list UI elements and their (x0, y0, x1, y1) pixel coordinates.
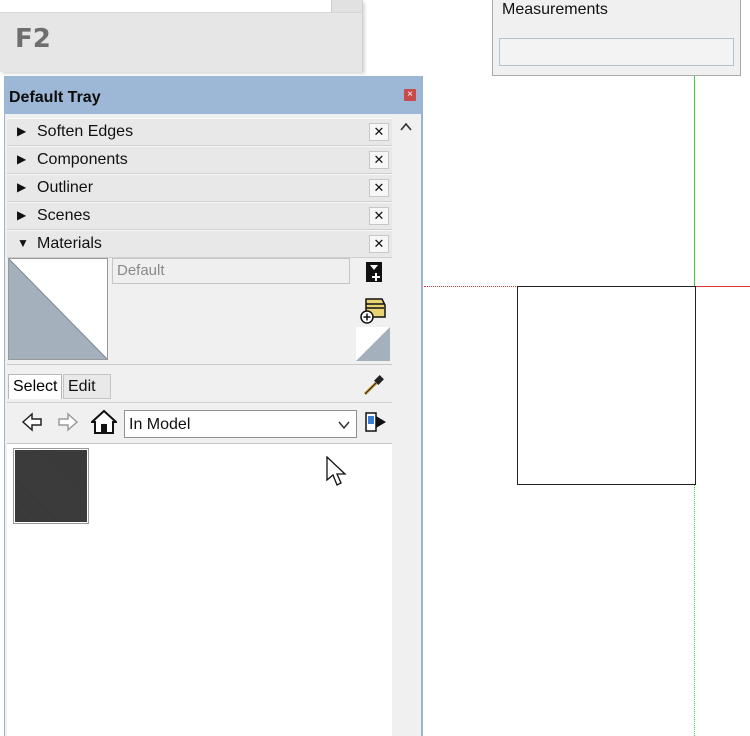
in-model-home-icon[interactable] (91, 409, 117, 435)
section-components[interactable]: ▶ Components ✕ (7, 146, 392, 174)
f2-key-label: F2 (15, 24, 51, 54)
section-soften-edges[interactable]: ▶ Soften Edges ✕ (7, 118, 392, 146)
section-scenes[interactable]: ▶ Scenes ✕ (7, 202, 392, 230)
section-close-icon[interactable]: ✕ (369, 235, 389, 253)
tray-close-icon[interactable]: × (404, 89, 416, 101)
default-tray: Default Tray × ▶ Soften Edges ✕ ▶ Compon… (4, 76, 423, 736)
create-material-icon[interactable] (365, 261, 383, 283)
material-name-field[interactable]: Default (112, 258, 350, 284)
back-arrow-icon[interactable] (21, 411, 43, 433)
section-materials[interactable]: ▼ Materials ✕ (7, 230, 392, 258)
red-axis-line (695, 286, 750, 287)
materials-navigation-bar: In Model (7, 402, 392, 444)
dark-carpet-material-thumbnail (15, 450, 87, 522)
mouse-cursor-icon (326, 456, 347, 486)
collection-dropdown[interactable]: In Model (124, 410, 357, 438)
f2-panel-top-bar (0, 0, 362, 13)
collapsed-arrow-icon: ▶ (17, 124, 27, 138)
f2-panel: F2 (0, 0, 363, 72)
default-material-swatch-icon[interactable] (356, 327, 390, 361)
f2-panel-top-button[interactable] (331, 0, 362, 12)
measurements-label: Measurements (502, 1, 608, 18)
collapsed-arrow-icon: ▶ (17, 208, 27, 222)
measurements-box: Measurements (492, 0, 741, 76)
section-label: Components (37, 151, 128, 168)
forward-arrow-icon[interactable] (57, 411, 79, 433)
model-rectangle[interactable] (517, 286, 696, 485)
sample-paint-eyedropper-icon[interactable] (361, 372, 387, 398)
materials-divider (7, 364, 392, 365)
section-label: Soften Edges (37, 123, 134, 140)
green-axis-line (694, 76, 695, 286)
material-swatch[interactable] (13, 448, 89, 524)
section-label: Outliner (37, 179, 94, 196)
collection-value: In Model (129, 416, 191, 433)
section-close-icon[interactable]: ✕ (369, 123, 389, 141)
expanded-arrow-icon: ▼ (17, 236, 29, 250)
section-label: Materials (37, 235, 102, 252)
scroll-up-icon[interactable] (399, 120, 413, 134)
section-close-icon[interactable]: ✕ (369, 207, 389, 225)
material-preview[interactable] (8, 258, 108, 360)
chevron-down-icon (338, 421, 350, 430)
collapsed-arrow-icon: ▶ (17, 180, 27, 194)
add-to-model-icon[interactable] (358, 295, 388, 325)
default-material-triangle-icon (9, 259, 107, 359)
section-outliner[interactable]: ▶ Outliner ✕ (7, 174, 392, 202)
section-close-icon[interactable]: ✕ (369, 151, 389, 169)
measurements-input[interactable] (499, 38, 734, 66)
section-close-icon[interactable]: ✕ (369, 179, 389, 197)
tab-edit[interactable]: Edit (63, 374, 111, 399)
details-arrow-icon[interactable] (364, 410, 388, 436)
section-label: Scenes (37, 207, 91, 224)
tray-scrollbar[interactable] (394, 116, 419, 736)
tab-select[interactable]: Select (8, 374, 63, 399)
collapsed-arrow-icon: ▶ (17, 152, 27, 166)
red-axis-dotted-line (424, 286, 518, 287)
tray-title-bar: Default Tray × (5, 76, 421, 114)
tray-title: Default Tray (9, 89, 101, 106)
